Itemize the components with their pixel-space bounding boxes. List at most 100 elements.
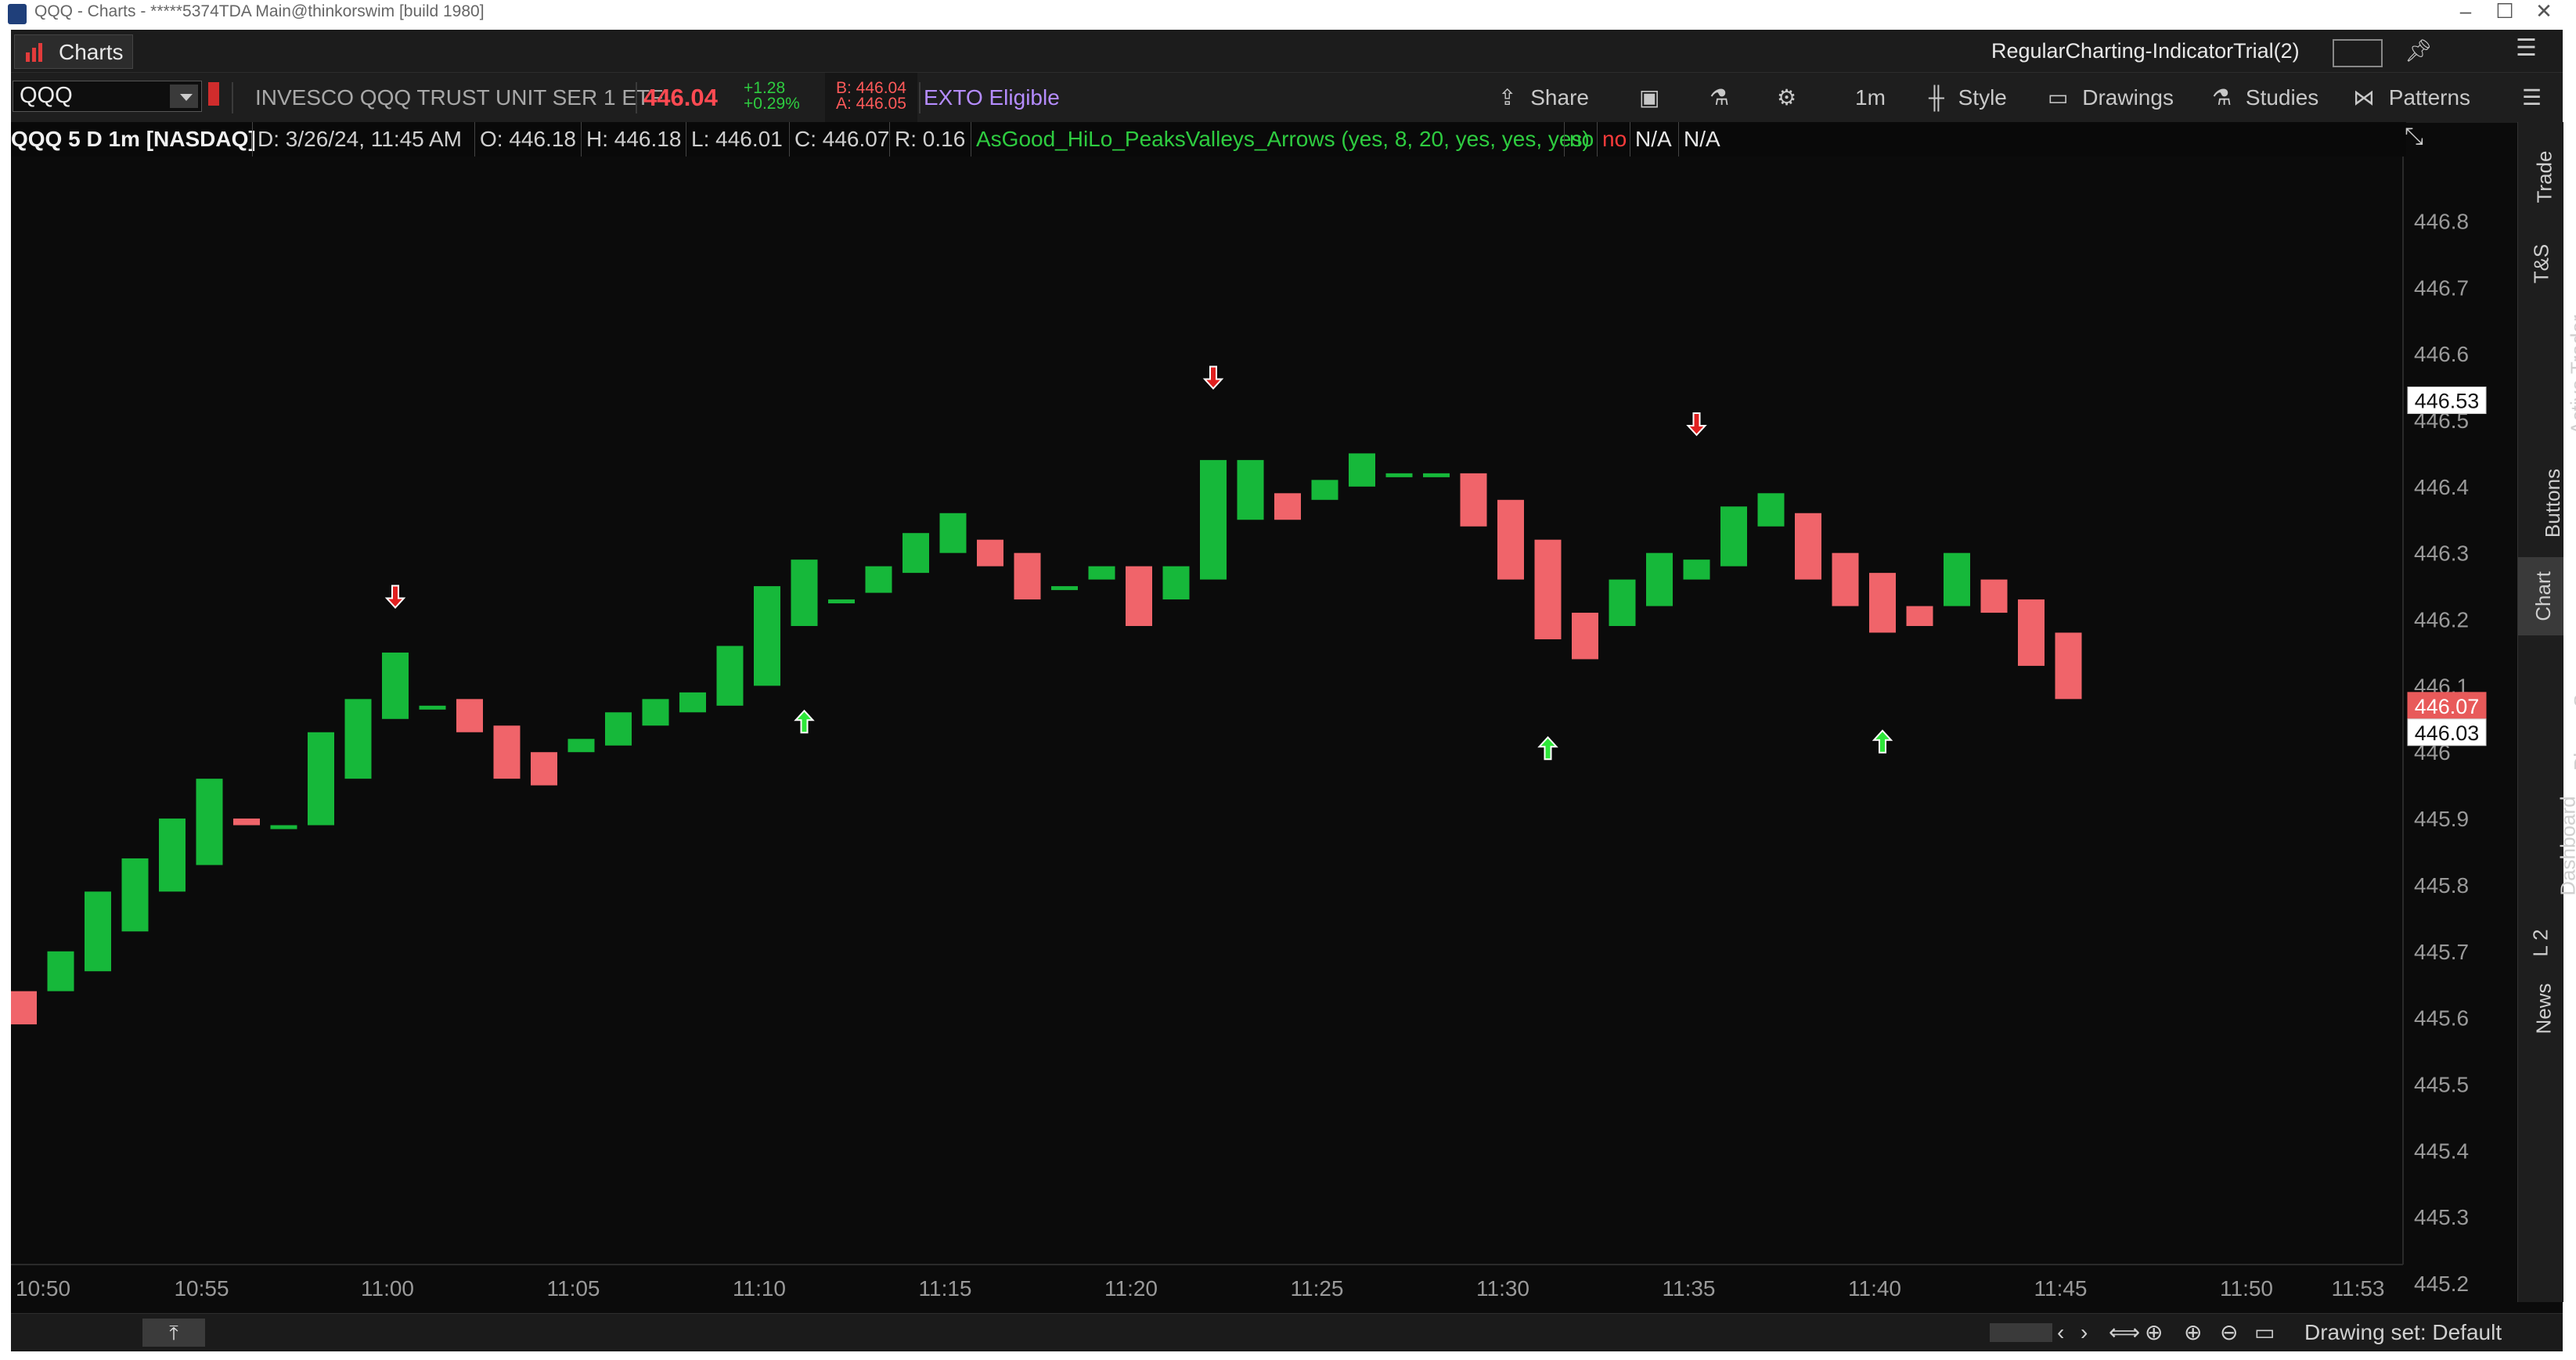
sidebar-tab-buttons[interactable]: Buttons [2518, 452, 2564, 554]
down-candle [1460, 473, 1487, 527]
sidebar-tab-label: L 2 [2529, 929, 2553, 957]
charts-window: Charts RegularCharting-IndicatorTrial(2)… [11, 30, 2576, 1351]
sidebar-tab-chart[interactable]: Chart [2518, 557, 2563, 635]
up-candle [1609, 579, 1636, 626]
sidebar-tab-active-trader[interactable]: Active Trader [2518, 300, 2576, 449]
study-na-1: N/A [1630, 122, 1679, 157]
y-tick-label: 445.7 [2414, 940, 2469, 964]
y-tick-label: 445.8 [2414, 873, 2469, 898]
down-candle [1534, 539, 1562, 639]
sidebar-tab-t-s[interactable]: T&S [2518, 230, 2563, 297]
up-candle [419, 705, 446, 710]
sidebar-tab-l-2[interactable]: L 2 [2518, 916, 2563, 970]
up-candle [1757, 493, 1785, 527]
x-tick-label: 11:50 [2220, 1276, 2273, 1301]
study-label[interactable]: AsGood_HiLo_PeaksValleys_Arrows (yes, 8,… [971, 122, 1590, 157]
down-candle [233, 819, 260, 826]
share-label: Share [1530, 85, 1589, 110]
horizontal-scrollbar[interactable] [1990, 1323, 2052, 1342]
crosshair-icon[interactable]: ⊕ [2145, 1314, 2163, 1351]
scroll-right-icon[interactable]: › [2081, 1314, 2088, 1351]
x-tick-label: 11:00 [361, 1276, 414, 1301]
patterns-button[interactable]: ⋈ Patterns [2353, 73, 2478, 123]
sidebar-tab-dashboard[interactable]: Dashboard [2518, 779, 2576, 912]
share-button[interactable]: ⇪ Share [1498, 73, 1608, 123]
close-button[interactable]: ✕ [2520, 0, 2567, 23]
sidebar-tab-news[interactable]: News [2518, 973, 2563, 1044]
peak-arrow-icon [1686, 412, 1707, 437]
gear-icon[interactable]: ⚙ [1777, 73, 1796, 123]
up-candle [1311, 480, 1338, 500]
sidebar-tab-trade[interactable]: Trade [2518, 127, 2563, 227]
toolbar: QQQ INVESCO QQQ TRUST UNIT SER 1 ETF 446… [11, 72, 2563, 123]
x-tick-label: 11:10 [733, 1276, 786, 1301]
drawings-label: Drawings [2082, 85, 2174, 110]
timeframe-button[interactable]: 1m [1855, 73, 1902, 123]
y-tick-label: 446.2 [2414, 608, 2469, 632]
y-tick-label: 446.6 [2414, 342, 2469, 366]
x-tick-label: 10:50 [16, 1276, 70, 1301]
symbol-dropdown-button[interactable] [170, 85, 198, 108]
up-candle [308, 732, 334, 826]
workspace-name[interactable]: RegularCharting-IndicatorTrial(2) [1991, 34, 2324, 67]
y-tick-label: 445.4 [2414, 1139, 2469, 1163]
study-flag-2: no [1597, 122, 1634, 157]
alert-flag-icon[interactable] [208, 82, 219, 106]
menu-icon[interactable]: ☰ [2516, 34, 2537, 62]
zoom-out-icon[interactable]: ⊖ [2220, 1314, 2238, 1351]
zoom-in-icon[interactable]: ⊕ [2184, 1314, 2202, 1351]
down-candle [531, 752, 557, 786]
sidebar-tab-label: Chart [2531, 571, 2555, 621]
style-label: Style [1958, 85, 2007, 110]
up-candle [605, 712, 632, 746]
sidebar-tab-label: Phase Scores [2569, 644, 2576, 771]
up-candle [1088, 566, 1115, 580]
y-tick-label: 446.3 [2414, 541, 2469, 566]
up-candle [85, 891, 111, 972]
up-candle [1200, 459, 1227, 580]
valley-arrow-icon [794, 709, 815, 734]
candles-icon: ╫ [1929, 85, 1944, 110]
change-value: +1.28 [744, 79, 786, 97]
list-icon[interactable]: ☰ [2522, 73, 2542, 123]
pan-icon[interactable]: ⟺ [2109, 1314, 2140, 1351]
sidebar-tab-phase-scores[interactable]: Phase Scores [2518, 639, 2576, 776]
expand-panel-button[interactable]: ⤒ [142, 1319, 205, 1347]
calendar-icon[interactable]: ▣ [1639, 73, 1659, 123]
drawings-button[interactable]: ▭ Drawings [2048, 73, 2189, 123]
drawing-set[interactable]: Drawing set: Default [2304, 1314, 2502, 1351]
down-candle [977, 539, 1003, 567]
symbol-value: QQQ [20, 83, 73, 108]
symbol-input[interactable]: QQQ [13, 81, 202, 112]
scroll-left-icon[interactable]: ‹ [2057, 1314, 2064, 1351]
sidebar-tab-label: Buttons [2541, 468, 2565, 538]
pin-icon[interactable]: 📌︎ [2405, 38, 2433, 63]
link-box[interactable] [2333, 39, 2383, 67]
down-candle [1980, 579, 2008, 613]
up-candle [1944, 552, 1970, 606]
style-button[interactable]: ╫ Style [1929, 73, 2038, 123]
drawing-box-icon[interactable]: ▭ [2254, 1314, 2275, 1351]
y-tick-label: 446.4 [2414, 475, 2469, 499]
exto-badge[interactable]: EXTO Eligible [924, 73, 1060, 123]
tab-charts[interactable]: Charts [14, 34, 133, 69]
valley-arrow-icon [1872, 729, 1893, 754]
up-candle [1646, 552, 1673, 606]
chart-info-bar: QQQ 5 D 1m [NASDAQ] D: 3/26/24, 11:45 AM… [11, 122, 2406, 157]
patterns-label: Patterns [2388, 85, 2471, 110]
price-chart[interactable]: 446.8446.7446.6446.5446.4446.3446.2446.1… [11, 157, 2516, 1313]
valley-arrow-icon [1537, 736, 1558, 761]
up-candle [865, 566, 892, 593]
share-icon: ⇪ [1498, 85, 1517, 110]
studies-button[interactable]: ⚗ Studies [2212, 73, 2329, 123]
up-candle [382, 652, 409, 719]
up-candle [828, 599, 855, 604]
collapse-icon[interactable]: ⤡ [2405, 124, 2423, 150]
sidebar-tab-label: T&S [2528, 243, 2553, 284]
up-candle [1423, 473, 1450, 477]
up-candle [1385, 473, 1413, 477]
down-candle [1869, 573, 1896, 633]
x-tick-label: 11:30 [1476, 1276, 1529, 1301]
flask-icon[interactable]: ⚗ [1710, 73, 1729, 123]
tab-charts-label: Charts [59, 40, 124, 64]
